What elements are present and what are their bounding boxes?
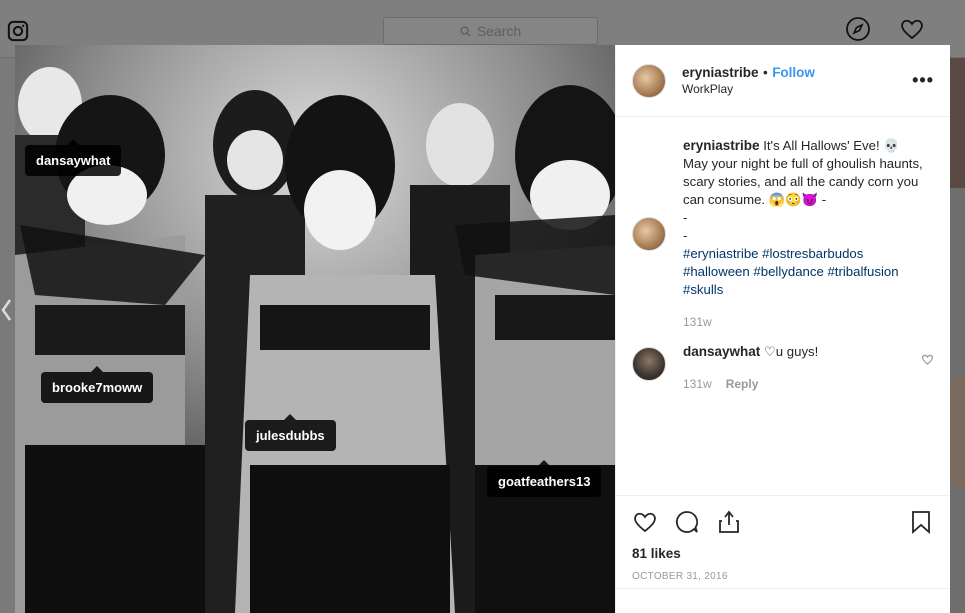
hashtag-link[interactable]: #tribalfusion	[827, 264, 898, 279]
hashtag-link[interactable]: #lostresbarbudos	[762, 246, 863, 261]
instagram-logo-icon[interactable]	[7, 20, 29, 42]
user-tag[interactable]: goatfeathers13	[487, 460, 602, 497]
caption-comment: eryniastribe It's All Hallows' Eve! 💀 Ma…	[632, 137, 934, 331]
hashtag-link[interactable]: #halloween	[683, 264, 750, 279]
post-actions: 81 likes OCTOBER 31, 2016	[616, 495, 950, 582]
user-tag[interactable]: julesdubbs	[245, 414, 336, 451]
reply-button[interactable]: Reply	[726, 375, 759, 393]
caption-dash: -	[683, 228, 688, 243]
commenter-avatar[interactable]	[632, 347, 666, 381]
caption-username[interactable]: eryniastribe	[683, 138, 760, 153]
comment-bubble-icon[interactable]	[674, 509, 700, 535]
hashtag-link[interactable]: #eryniastribe	[683, 246, 759, 261]
more-options-icon[interactable]: •••	[912, 70, 934, 91]
caption-avatar[interactable]	[632, 217, 666, 251]
hashtag-link[interactable]: #skulls	[683, 282, 723, 297]
share-icon[interactable]	[716, 509, 742, 535]
heart-icon[interactable]	[899, 16, 925, 42]
previous-post-arrow-icon[interactable]	[0, 295, 14, 325]
commenter-username[interactable]: dansaywhat	[683, 344, 760, 359]
add-comment-area[interactable]	[616, 588, 950, 613]
compass-icon[interactable]	[845, 16, 871, 42]
search-icon	[460, 25, 471, 37]
post-date: OCTOBER 31, 2016	[632, 571, 728, 582]
caption-time[interactable]: 131w	[683, 313, 712, 331]
follow-button[interactable]: Follow	[772, 65, 815, 80]
location-link[interactable]: WorkPlay	[682, 81, 815, 98]
post-modal: dansaywhat brooke7moww julesdubbs goatfe…	[15, 45, 950, 613]
post-sidebar: eryniastribe • Follow WorkPlay ••• eryni…	[615, 45, 950, 613]
likes-count[interactable]: 81 likes	[632, 546, 934, 561]
caption-dash: -	[683, 210, 688, 225]
user-tag[interactable]: dansaywhat	[25, 139, 122, 176]
author-avatar[interactable]	[632, 63, 666, 98]
separator-dot: •	[763, 64, 768, 80]
like-comment-heart-icon[interactable]	[921, 353, 934, 366]
author-username[interactable]: eryniastribe	[682, 65, 759, 80]
bookmark-icon[interactable]	[908, 509, 934, 535]
post-photo[interactable]: dansaywhat brooke7moww julesdubbs goatfe…	[15, 45, 615, 613]
comments-list: eryniastribe It's All Hallows' Eve! 💀 Ma…	[616, 117, 950, 495]
post-header: eryniastribe • Follow WorkPlay •••	[616, 45, 950, 117]
comment-item: dansaywhat ♡u guys! 131w Reply	[632, 343, 934, 393]
comment-time[interactable]: 131w	[683, 375, 712, 393]
hashtag-link[interactable]: #bellydance	[753, 264, 823, 279]
like-heart-icon[interactable]	[632, 509, 658, 535]
comment-text: ♡u guys!	[763, 344, 819, 359]
post-image	[15, 45, 615, 613]
search-placeholder: Search	[476, 23, 522, 39]
user-tag[interactable]: brooke7moww	[41, 366, 154, 403]
background-feed-strip	[950, 58, 965, 613]
search-input[interactable]: Search	[383, 17, 598, 45]
